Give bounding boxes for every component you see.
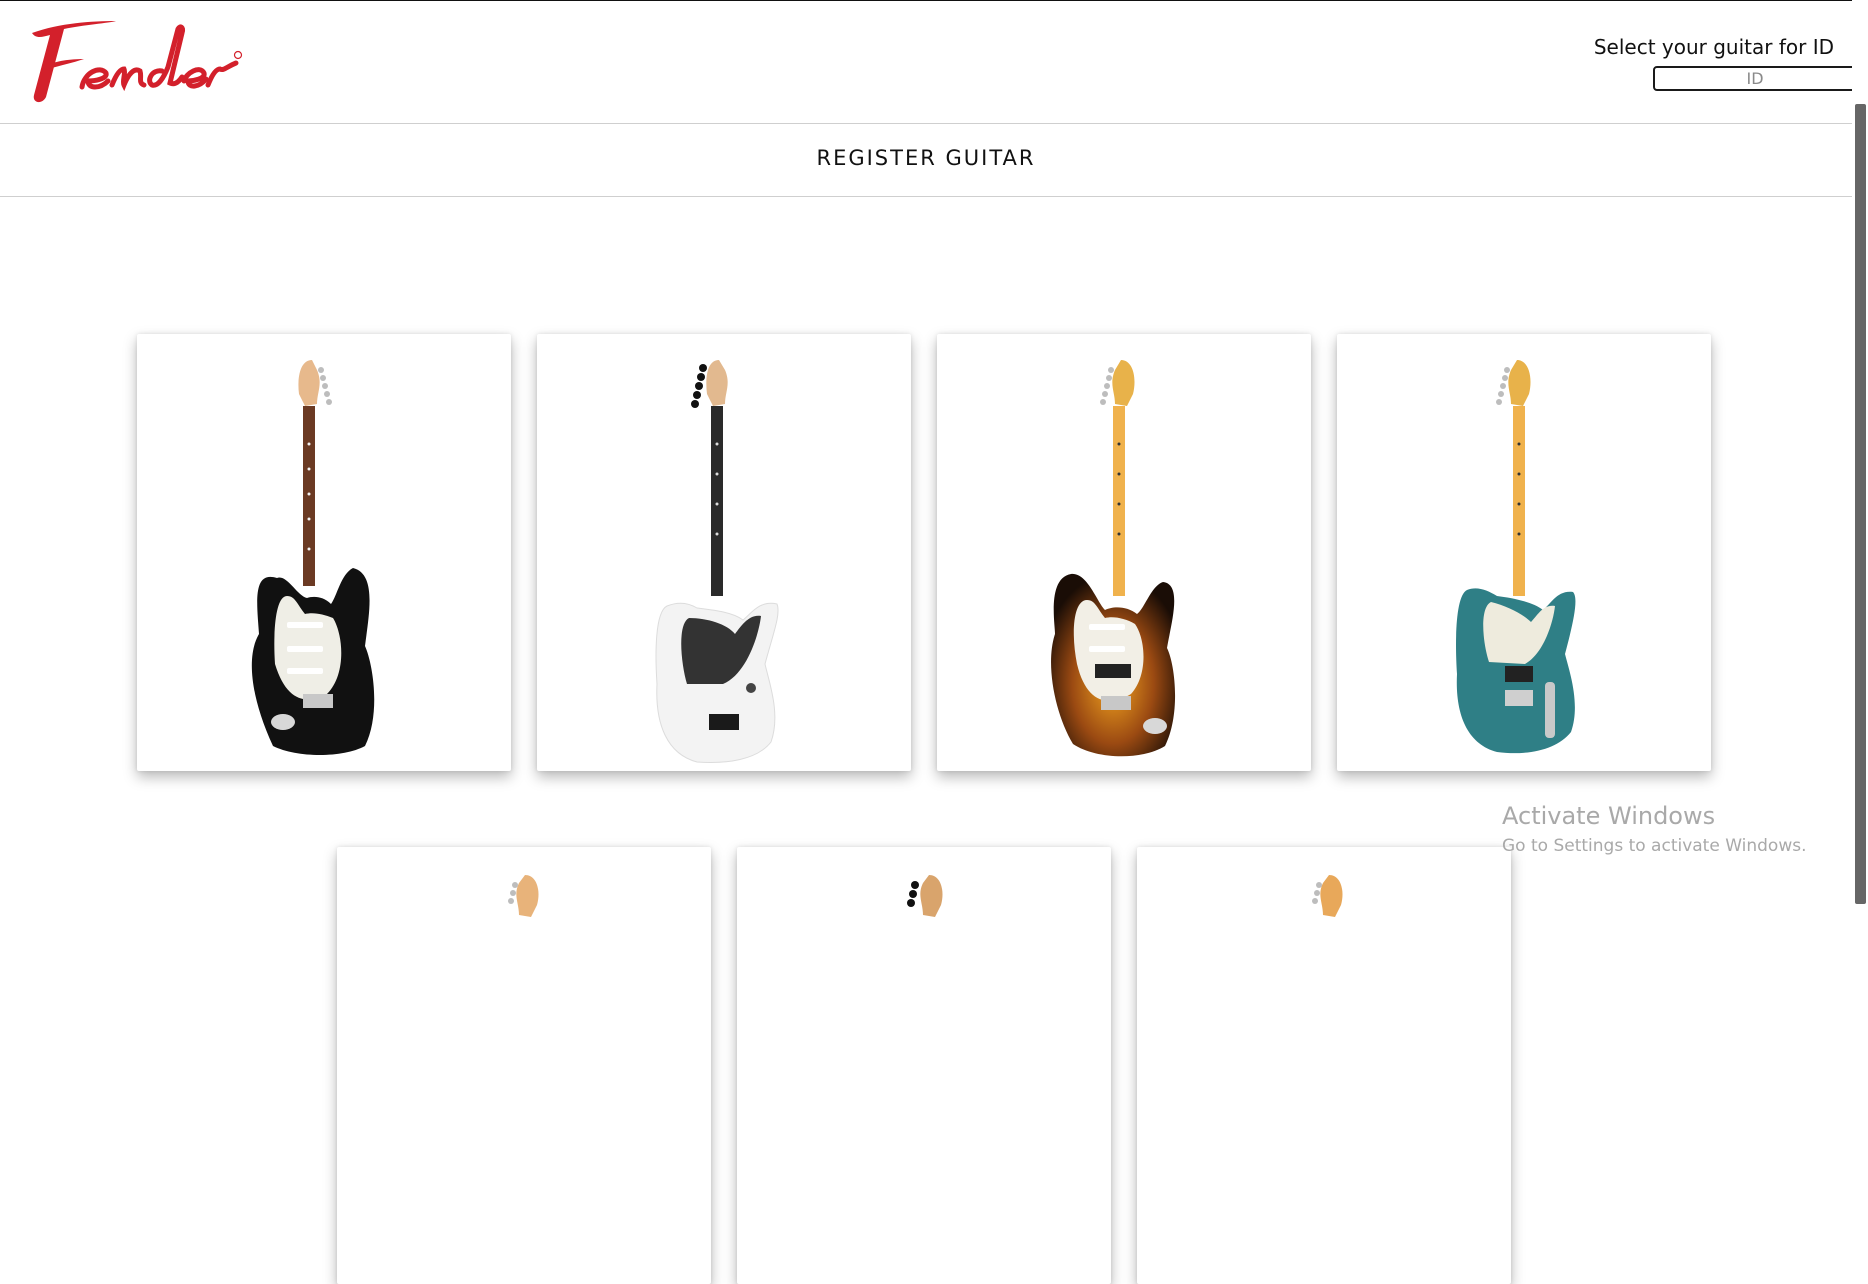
scrollbar-thumb[interactable] (1855, 104, 1866, 904)
guitar-card-2[interactable] (537, 334, 911, 771)
guitar-image-tele-white (655, 360, 779, 763)
guitar-card-3[interactable] (937, 334, 1311, 771)
guitar-card-6[interactable] (737, 847, 1111, 1284)
id-search-label: Select your guitar for ID (1593, 35, 1834, 59)
fender-logo-mark (32, 21, 243, 103)
watermark-title: Activate Windows (1502, 802, 1716, 830)
watermark-subtitle: Go to Settings to activate Windows. (1502, 836, 1807, 856)
site-header: Select your guitar for ID (0, 1, 1857, 124)
register-guitar-link[interactable]: REGISTER GUITAR (0, 146, 1852, 170)
guitar-card-4[interactable] (1337, 334, 1711, 771)
windows-activation-watermark: Activate Windows Go to Settings to activ… (1502, 802, 1807, 856)
guitar-card-7[interactable] (1137, 847, 1511, 1284)
guitar-image-5 (508, 875, 539, 917)
guitar-image-strat-black (251, 360, 375, 755)
id-search-area: Select your guitar for ID (1552, 31, 1857, 101)
guitar-image-7 (1312, 875, 1343, 917)
guitar-card-5[interactable] (337, 847, 711, 1284)
guitar-image-tele-teal (1456, 360, 1576, 754)
id-search-input[interactable] (1653, 66, 1857, 91)
main-nav: REGISTER GUITAR (0, 124, 1852, 197)
guitar-card-1[interactable] (137, 334, 511, 771)
guitar-image-6 (907, 875, 943, 917)
fender-logo[interactable] (12, 15, 244, 103)
guitar-image-strat-sunburst (1051, 360, 1176, 757)
